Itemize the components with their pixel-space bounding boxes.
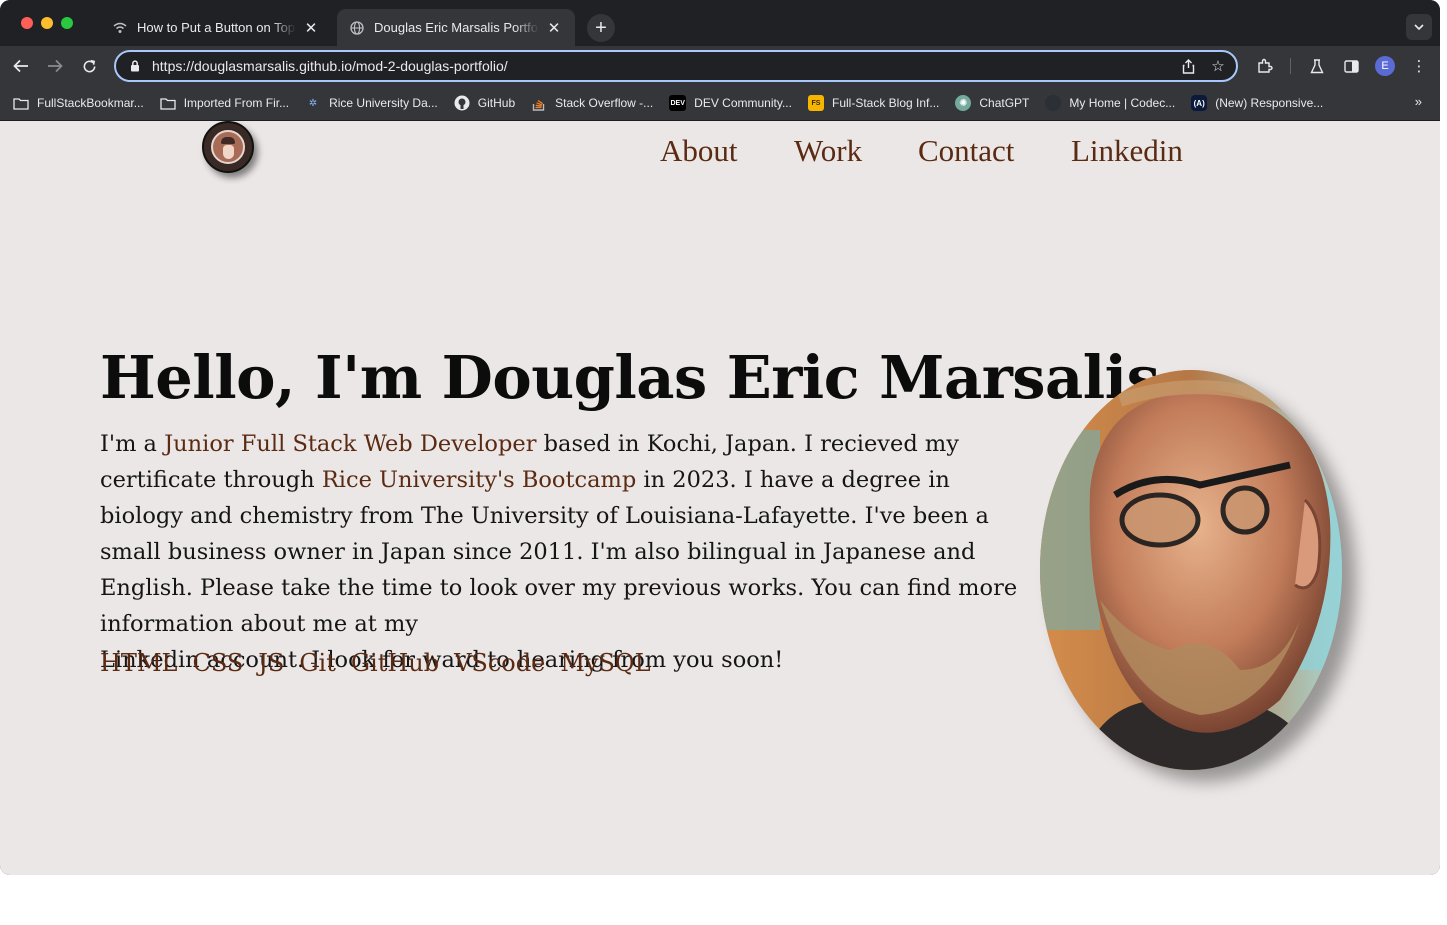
bookmarks-bar: FullStackBookmar... Imported From Fir...… [0,86,1440,121]
skill-js: JS [258,649,285,677]
nav-linkedin-link[interactable]: Linkedin [1071,133,1183,169]
avatar-logo-icon [211,130,245,164]
skill-html: HTML [100,649,178,677]
bookmark-codecademy[interactable]: My Home | Codec... [1045,95,1175,111]
codecademy-icon [1045,95,1062,111]
bio-text: I'm a [100,431,165,457]
back-button[interactable] [9,54,33,78]
back-arrow-icon [13,59,28,73]
bookmark-imported[interactable]: Imported From Fir... [160,95,289,111]
site-logo[interactable] [202,121,254,173]
forward-button[interactable] [43,54,67,78]
reload-button[interactable] [77,54,101,78]
wifi-icon [112,20,128,36]
rice-icon: ✲ [308,97,318,109]
bookmark-fullstack-blog[interactable]: FS Full-Stack Blog Inf... [807,95,940,111]
github-icon [454,95,470,111]
portfolio-page: About Work Contact Linkedin Hello, I'm D… [0,121,1440,875]
share-icon[interactable] [1176,54,1200,78]
close-tab-icon[interactable]: ✕ [302,19,320,37]
tab-search-button[interactable] [1406,14,1432,40]
bookmark-label: FullStackBookmar... [37,96,144,110]
bookmark-stackoverflow[interactable]: Stack Overflow -... [531,95,653,111]
bookmark-label: DEV Community... [694,96,792,110]
fs-icon: FS [807,95,824,111]
junior-developer-link[interactable]: Junior Full Stack Web Developer [164,431,536,457]
reload-icon [83,59,95,72]
bookmark-dev[interactable]: DEV DEV Community... [669,95,792,111]
chevron-down-icon [1414,24,1424,30]
bookmark-chatgpt[interactable]: ✺ ChatGPT [955,95,1029,111]
responsive-icon: (A) [1191,95,1208,111]
bookmark-github[interactable]: GitHub [454,95,515,111]
minimize-window-button[interactable] [41,17,53,29]
tab-button-tutorial[interactable]: How to Put a Button on Top of ✕ [100,9,332,46]
stackoverflow-icon [531,95,547,111]
nav-contact-link[interactable]: Contact [918,133,1014,169]
folder-icon [13,95,29,111]
chatgpt-icon: ✺ [955,95,972,111]
lock-icon [128,60,142,72]
nav-work-link[interactable]: Work [794,133,862,169]
bookmark-label: (New) Responsive... [1215,96,1324,110]
bookmark-label: Full-Stack Blog Inf... [831,96,940,110]
address-bar[interactable]: https://douglasmarsalis.github.io/mod-2-… [114,50,1238,82]
side-panel-icon[interactable] [1339,54,1363,78]
new-tab-button[interactable]: + [587,14,615,42]
dev-icon: DEV [669,95,687,111]
bookmark-star-icon[interactable]: ☆ [1206,54,1230,78]
bookmark-fullstack[interactable]: FullStackBookmar... [13,95,144,111]
skill-github: GitHub [350,649,440,677]
url-text[interactable]: https://douglasmarsalis.github.io/mod-2-… [152,58,1176,74]
skill-css: CSS [192,649,244,677]
folder-icon [160,95,176,111]
bookmark-label: Imported From Fir... [183,96,290,110]
more-bookmarks-icon[interactable]: » [1415,94,1422,109]
nav-about-link[interactable]: About [660,133,738,169]
bookmark-label: My Home | Codec... [1069,96,1176,110]
skill-mysql: MySQL [560,649,651,677]
skill-git: Git [299,649,336,677]
toolbar-divider [1290,58,1291,74]
bookmark-label: ChatGPT [979,96,1030,110]
extensions-icon[interactable] [1253,54,1277,78]
tab-title: Douglas Eric Marsalis Portfolio [374,20,539,35]
close-window-button[interactable] [21,17,33,29]
profile-portrait [1040,370,1342,770]
bio-paragraph: I'm a Junior Full Stack Web Developer ba… [100,426,1040,678]
close-tab-icon[interactable]: ✕ [545,19,563,37]
browser-toolbar: https://douglasmarsalis.github.io/mod-2-… [0,46,1440,86]
maximize-window-button[interactable] [61,17,73,29]
labs-flask-icon[interactable] [1305,54,1329,78]
browser-window: How to Put a Button on Top of ✕ Douglas … [0,0,1440,875]
bookmark-label: Stack Overflow -... [555,96,654,110]
bookmark-responsive[interactable]: (A) (New) Responsive... [1191,95,1323,111]
tab-portfolio[interactable]: Douglas Eric Marsalis Portfolio ✕ [337,9,575,46]
tab-title: How to Put a Button on Top of [137,20,296,35]
skill-vscode: VScode [454,649,546,677]
tab-strip: How to Put a Button on Top of ✕ Douglas … [0,0,1440,46]
skills-list: HTML CSS JS Git GitHub VScode MySQL [100,649,666,677]
hero-title: Hello, I'm Douglas Eric Marsalis [100,343,1160,412]
globe-icon [349,20,365,36]
bookmark-label: GitHub [477,96,516,110]
bookmark-rice[interactable]: ✲ Rice University Da... [305,95,438,111]
bookmark-label: Rice University Da... [329,96,438,110]
rice-bootcamp-link[interactable]: Rice University's Bootcamp [322,467,636,493]
forward-arrow-icon [48,59,63,73]
more-menu-icon[interactable]: ⋮ [1407,54,1431,78]
profile-avatar[interactable]: E [1375,56,1395,76]
